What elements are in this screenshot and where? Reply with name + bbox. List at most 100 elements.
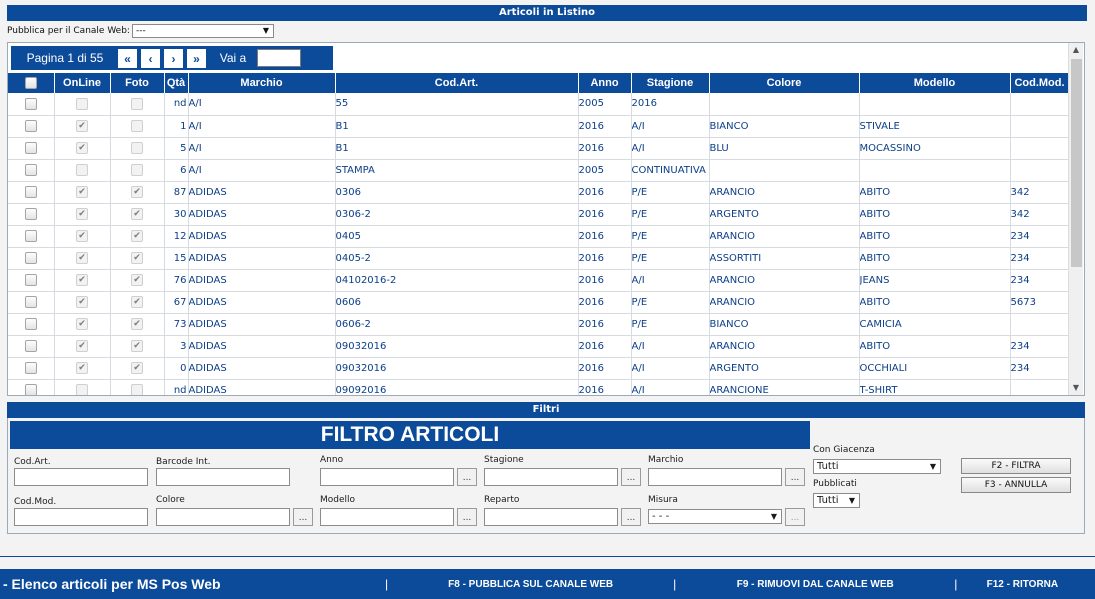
scroll-down-icon[interactable]: ▼ — [1069, 381, 1083, 395]
row-select-cell[interactable] — [8, 379, 55, 395]
select-all-checkbox[interactable] — [24, 77, 37, 90]
marchio-browse-button[interactable]: ... — [785, 468, 805, 486]
header-anno[interactable]: Anno — [578, 73, 632, 93]
row-select-checkbox[interactable] — [24, 252, 37, 264]
misura-value: - - - — [652, 511, 670, 522]
table-row[interactable]: ✔ 5 A/I B1 2016 A/I BLU MOCASSINO — [8, 137, 1070, 160]
cancel-filter-button[interactable]: F3 - ANNULLA — [961, 477, 1071, 493]
publish-channel-select[interactable]: --- ▼ — [131, 24, 274, 38]
stagione-input[interactable] — [484, 468, 618, 486]
colore-input[interactable] — [156, 508, 290, 526]
scroll-thumb[interactable] — [1071, 59, 1082, 267]
table-row[interactable]: ✔ ✔ 15 ADIDAS 0405-2 2016 P/E ASSORTITI ABITO 234 — [8, 247, 1070, 270]
scroll-up-icon[interactable]: ▲ — [1069, 43, 1083, 57]
con-giacenza-select[interactable]: Tutti ▼ — [813, 459, 941, 474]
header-colore[interactable]: Colore — [709, 73, 860, 93]
row-select-checkbox[interactable] — [24, 384, 37, 395]
row-select-cell[interactable] — [8, 313, 55, 336]
row-select-checkbox[interactable] — [24, 318, 37, 330]
table-row[interactable]: nd A/I 55 2005 2016 — [8, 93, 1070, 116]
pubblicati-value: Tutti — [817, 495, 839, 506]
row-select-checkbox[interactable] — [24, 208, 37, 220]
cell-anno: 2016 — [578, 115, 632, 138]
header-online[interactable]: OnLine — [54, 73, 111, 93]
row-select-cell[interactable] — [8, 291, 55, 314]
row-select-cell[interactable] — [8, 247, 55, 270]
cell-stagione: A/I — [631, 379, 710, 395]
table-row[interactable]: ✔ ✔ 30 ADIDAS 0306-2 2016 P/E ARGENTO ABITO 342 — [8, 203, 1070, 226]
row-select-cell[interactable] — [8, 269, 55, 292]
marchio-input[interactable] — [648, 468, 782, 486]
table-row[interactable]: ✔ 1 A/I B1 2016 A/I BIANCO STIVALE — [8, 115, 1070, 138]
table-row[interactable]: ✔ ✔ 0 ADIDAS 09032016 2016 A/I ARGENTO OCCHIALI 2… — [8, 357, 1070, 380]
cell-foto: ✔ — [110, 313, 165, 336]
row-select-cell[interactable] — [8, 159, 55, 182]
header-codart[interactable]: Cod.Art. — [335, 73, 579, 93]
next-page-button[interactable]: › — [163, 47, 184, 69]
cell-anno: 2005 — [578, 93, 632, 116]
row-select-cell[interactable] — [8, 203, 55, 226]
cell-stagione: A/I — [631, 269, 710, 292]
header-codmod[interactable]: Cod.Mod. — [1010, 73, 1070, 93]
remove-web-button[interactable]: F9 - RIMUOVI DAL CANALE WEB — [676, 579, 954, 590]
goto-page-input[interactable] — [257, 49, 301, 67]
row-select-checkbox[interactable] — [24, 164, 37, 176]
header-stagione[interactable]: Stagione — [631, 73, 710, 93]
row-select-checkbox[interactable] — [24, 340, 37, 352]
misura-select[interactable]: - - - ▼ — [648, 509, 782, 524]
anno-input[interactable] — [320, 468, 454, 486]
cod-mod-input[interactable] — [14, 508, 148, 526]
cell-colore: ARANCIO — [709, 181, 860, 204]
colore-browse-button[interactable]: ... — [293, 508, 313, 526]
row-select-checkbox[interactable] — [24, 186, 37, 198]
row-select-checkbox[interactable] — [24, 97, 37, 110]
header-modello[interactable]: Modello — [859, 73, 1011, 93]
row-select-cell[interactable] — [8, 115, 55, 138]
checkmark-icon: ✔ — [131, 318, 143, 330]
table-row[interactable]: ✔ ✔ 87 ADIDAS 0306 2016 P/E ARANCIO ABITO 342 — [8, 181, 1070, 204]
cell-foto: ✔ — [110, 225, 165, 248]
row-select-checkbox[interactable] — [24, 142, 37, 154]
table-row[interactable]: ✔ ✔ 73 ADIDAS 0606-2 2016 P/E BIANCO CAMICIA — [8, 313, 1070, 336]
anno-browse-button[interactable]: ... — [457, 468, 477, 486]
header-qta[interactable]: Qtà — [164, 73, 189, 93]
prev-page-button[interactable]: ‹ — [140, 47, 161, 69]
header-marchio[interactable]: Marchio — [188, 73, 336, 93]
misura-browse-button[interactable]: ... — [785, 508, 805, 526]
row-select-cell[interactable] — [8, 93, 55, 116]
table-row[interactable]: 6 A/I STAMPA 2005 CONTINUATIVA — [8, 159, 1070, 182]
row-select-cell[interactable] — [8, 357, 55, 380]
modello-browse-button[interactable]: ... — [457, 508, 477, 526]
row-select-checkbox[interactable] — [24, 274, 37, 286]
row-select-cell[interactable] — [8, 225, 55, 248]
table-row[interactable]: ✔ ✔ 3 ADIDAS 09032016 2016 A/I ARANCIO ABITO 234 — [8, 335, 1070, 358]
filter-button[interactable]: F2 - FILTRA — [961, 458, 1071, 474]
cod-art-input[interactable] — [14, 468, 148, 486]
select-all-header[interactable] — [8, 73, 55, 93]
row-select-checkbox[interactable] — [24, 120, 37, 132]
row-select-checkbox[interactable] — [24, 296, 37, 308]
row-select-checkbox[interactable] — [24, 362, 37, 374]
barcode-input[interactable] — [156, 468, 290, 486]
row-select-cell[interactable] — [8, 335, 55, 358]
header-foto[interactable]: Foto — [110, 73, 165, 93]
row-select-checkbox[interactable] — [24, 230, 37, 242]
modello-input[interactable] — [320, 508, 454, 526]
pubblicati-select[interactable]: Tutti ▼ — [813, 493, 860, 508]
last-page-button[interactable]: » — [186, 47, 207, 69]
return-button[interactable]: F12 - RITORNA — [957, 579, 1087, 590]
table-row[interactable]: ✔ ✔ 76 ADIDAS 04102016-2 2016 A/I ARANCIO JEANS 2… — [8, 269, 1070, 292]
grid-scrollbar[interactable]: ▲ ▼ — [1068, 43, 1083, 395]
table-row[interactable]: ✔ ✔ 12 ADIDAS 0405 2016 P/E ARANCIO ABITO 234 — [8, 225, 1070, 248]
publish-web-button[interactable]: F8 - PUBBLICA SUL CANALE WEB — [388, 579, 673, 590]
row-select-cell[interactable] — [8, 137, 55, 160]
cell-qta: 76 — [164, 269, 189, 292]
reparto-input[interactable] — [484, 508, 618, 526]
table-row[interactable]: ✔ ✔ 67 ADIDAS 0606 2016 P/E ARANCIO ABITO 5673 — [8, 291, 1070, 314]
foto-checkbox — [131, 97, 143, 110]
table-row[interactable]: nd ADIDAS 09092016 2016 A/I ARANCIONE T-SHIRT — [8, 379, 1070, 395]
stagione-browse-button[interactable]: ... — [621, 468, 641, 486]
reparto-browse-button[interactable]: ... — [621, 508, 641, 526]
row-select-cell[interactable] — [8, 181, 55, 204]
first-page-button[interactable]: « — [117, 47, 138, 69]
